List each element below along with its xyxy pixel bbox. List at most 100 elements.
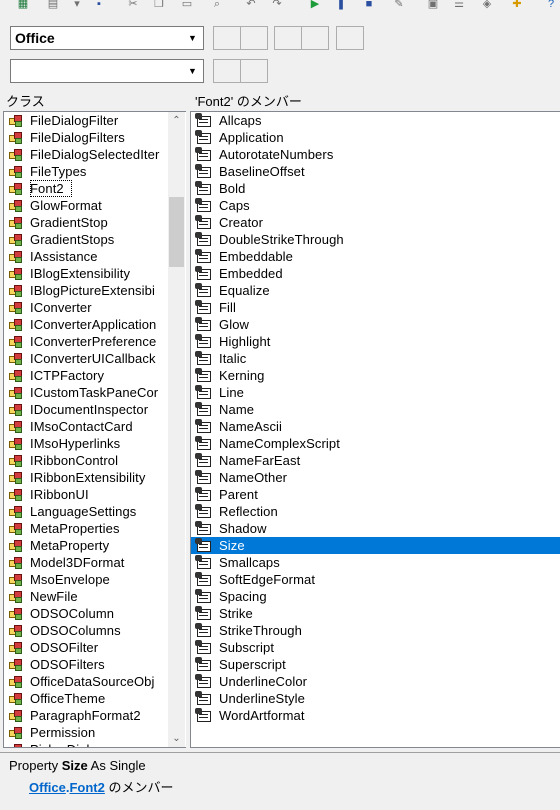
class-list-item[interactable]: IConverter <box>4 299 168 316</box>
class-list-item[interactable]: IConverterPreference <box>4 333 168 350</box>
member-list-item[interactable]: Allcaps <box>191 112 560 129</box>
member-list-item[interactable]: Shadow <box>191 520 560 537</box>
member-list-item[interactable]: NameFarEast <box>191 452 560 469</box>
class-list-item[interactable]: ODSOFilters <box>4 656 168 673</box>
class-list-item[interactable]: IMsoContactCard <box>4 418 168 435</box>
class-list-item[interactable]: Model3DFormat <box>4 554 168 571</box>
classes-list[interactable]: FileDialogFilter FileDialogFilters FileDia… <box>3 111 187 748</box>
member-list-item[interactable]: Creator <box>191 214 560 231</box>
search-button[interactable] <box>213 59 241 83</box>
member-list-item[interactable]: Glow <box>191 316 560 333</box>
run-icon[interactable]: ▶ <box>308 0 322 11</box>
class-list-item[interactable]: MsoEnvelope <box>4 571 168 588</box>
go-forward-button[interactable] <box>240 26 268 50</box>
class-list-item[interactable]: IRibbonUI <box>4 486 168 503</box>
class-list-item[interactable]: IMsoHyperlinks <box>4 435 168 452</box>
class-list-item[interactable]: GlowFormat <box>4 197 168 214</box>
member-list-item[interactable]: BaselineOffset <box>191 163 560 180</box>
member-list-item[interactable]: Name <box>191 401 560 418</box>
class-list-item[interactable]: LanguageSettings <box>4 503 168 520</box>
class-list-item[interactable]: Font2 <box>4 180 168 197</box>
reset-icon[interactable]: ■ <box>362 0 376 11</box>
member-list-item[interactable]: Equalize <box>191 282 560 299</box>
class-list-item[interactable]: IConverterUICallback <box>4 350 168 367</box>
break-icon[interactable]: ❚ <box>334 0 348 11</box>
help-button[interactable] <box>336 26 364 50</box>
class-list-item[interactable]: IRibbonControl <box>4 452 168 469</box>
chevron-down-icon[interactable]: ▼ <box>183 61 202 81</box>
member-list-item[interactable]: Bold <box>191 180 560 197</box>
member-list-item[interactable]: DoubleStrikeThrough <box>191 231 560 248</box>
undo-icon[interactable]: ↶ <box>244 0 258 11</box>
show-hide-search-results-button[interactable] <box>240 59 268 83</box>
member-list-item[interactable]: NameAscii <box>191 418 560 435</box>
class-list-item[interactable]: GradientStop <box>4 214 168 231</box>
go-back-button[interactable] <box>213 26 241 50</box>
member-list-item[interactable]: NameComplexScript <box>191 435 560 452</box>
member-list-item[interactable]: Kerning <box>191 367 560 384</box>
copy-icon[interactable]: ❐ <box>152 0 166 11</box>
member-list-item[interactable]: SoftEdgeFormat <box>191 571 560 588</box>
member-list-item[interactable]: Parent <box>191 486 560 503</box>
properties-icon[interactable]: ☰ <box>452 0 466 11</box>
member-list-item[interactable]: Fill <box>191 299 560 316</box>
class-list-item[interactable]: NewFile <box>4 588 168 605</box>
search-combo[interactable]: ▼ <box>10 59 204 83</box>
chevron-down-icon[interactable]: ▼ <box>183 28 202 48</box>
member-list-item[interactable]: StrikeThrough <box>191 622 560 639</box>
dropdown-icon[interactable]: ▾ <box>70 0 84 11</box>
member-list-item[interactable]: Reflection <box>191 503 560 520</box>
member-list-item[interactable]: UnderlineStyle <box>191 690 560 707</box>
class-list-item[interactable]: MetaProperties <box>4 520 168 537</box>
copy-to-clipboard-button[interactable] <box>274 26 302 50</box>
member-list-item[interactable]: Smallcaps <box>191 554 560 571</box>
class-list-item[interactable]: IDocumentInspector <box>4 401 168 418</box>
class-list-item[interactable]: ICustomTaskPaneCor <box>4 384 168 401</box>
project-explorer-icon[interactable]: ▣ <box>426 0 440 11</box>
find-icon[interactable]: ⌕ <box>210 0 224 11</box>
class-list-item[interactable]: OfficeDataSourceObj <box>4 673 168 690</box>
help-icon[interactable]: ? <box>544 0 558 11</box>
class-list-item[interactable]: Permission <box>4 724 168 741</box>
cut-icon[interactable]: ✂ <box>126 0 140 11</box>
member-list-item[interactable]: Embedded <box>191 265 560 282</box>
member-list-item[interactable]: Size <box>191 537 560 554</box>
save-icon[interactable]: ▪ <box>92 0 106 11</box>
class-list-item[interactable]: ODSOColumns <box>4 622 168 639</box>
class-list-item[interactable]: IConverterApplication <box>4 316 168 333</box>
class-list-item[interactable]: FileTypes <box>4 163 168 180</box>
class-list-item[interactable]: ICTPFactory <box>4 367 168 384</box>
scroll-down-icon[interactable]: ⌄ <box>168 730 185 747</box>
member-list-item[interactable]: NameOther <box>191 469 560 486</box>
class-list-item[interactable]: IBlogExtensibility <box>4 265 168 282</box>
design-mode-icon[interactable]: ✎ <box>392 0 406 11</box>
member-list-item[interactable]: WordArtformat <box>191 707 560 724</box>
class-list-item[interactable]: ODSOFilter <box>4 639 168 656</box>
member-list-item[interactable]: Line <box>191 384 560 401</box>
class-list-item[interactable]: IAssistance <box>4 248 168 265</box>
object-browser-icon[interactable]: ◈ <box>480 0 494 11</box>
class-list-item[interactable]: PickerDialog <box>4 741 168 747</box>
class-list-item[interactable]: ParagraphFormat2 <box>4 707 168 724</box>
view-definition-button[interactable] <box>301 26 329 50</box>
scroll-up-icon[interactable]: ⌃ <box>168 112 185 129</box>
class-list-item[interactable]: OfficeTheme <box>4 690 168 707</box>
library-combo[interactable]: Office ▼ <box>10 26 204 50</box>
toolbox-icon[interactable]: ✚ <box>510 0 524 11</box>
member-list-item[interactable]: UnderlineColor <box>191 673 560 690</box>
redo-icon[interactable]: ↷ <box>270 0 284 11</box>
class-list-item[interactable]: ODSOColumn <box>4 605 168 622</box>
class-list-item[interactable]: MetaProperty <box>4 537 168 554</box>
member-list-item[interactable]: Italic <box>191 350 560 367</box>
member-list-item[interactable]: Caps <box>191 197 560 214</box>
classes-scrollbar[interactable]: ⌃ ⌄ <box>168 112 185 747</box>
excel-icon[interactable]: ▦ <box>16 0 30 11</box>
member-list-item[interactable]: Spacing <box>191 588 560 605</box>
member-list-item[interactable]: Application <box>191 129 560 146</box>
member-list-item[interactable]: Strike <box>191 605 560 622</box>
member-list-item[interactable]: Subscript <box>191 639 560 656</box>
member-list-item[interactable]: Embeddable <box>191 248 560 265</box>
class-list-item[interactable]: IBlogPictureExtensibi <box>4 282 168 299</box>
paste-icon[interactable]: ▭ <box>180 0 194 11</box>
class-list-item[interactable]: GradientStops <box>4 231 168 248</box>
